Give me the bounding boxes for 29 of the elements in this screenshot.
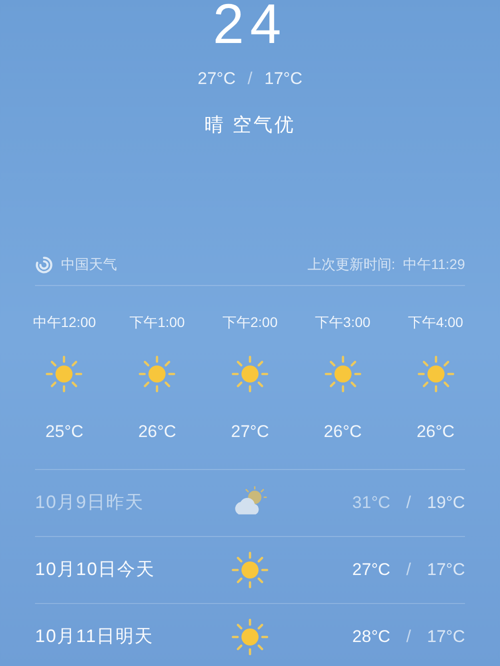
weather-condition: 晴 空气优 (204, 114, 296, 138)
separator: / (406, 558, 412, 581)
high-temperature: 27°C (352, 558, 390, 581)
day-date: 10月10日今天 (35, 558, 156, 581)
hour-temperature: 26°C (416, 421, 455, 443)
hour-temperature: 26°C (138, 421, 176, 443)
high-temperature: 28°C (352, 626, 390, 648)
swirl-logo-icon (35, 256, 53, 274)
low-temperature: 19°C (427, 492, 465, 514)
hour-temperature: 26°C (324, 421, 362, 443)
day-date: 10月11日明天 (35, 625, 155, 648)
hour-time: 下午1:00 (130, 313, 185, 332)
hour-time: 下午4:00 (408, 313, 464, 332)
low-temperature: 17°C (427, 626, 465, 648)
hour-time: 下午3:00 (315, 313, 370, 332)
low-temperature: 17°C (427, 558, 465, 581)
high-temperature: 31°C (352, 492, 390, 514)
separator: / (406, 492, 412, 514)
separator: / (248, 68, 252, 90)
low-temperature: 17°C (264, 68, 302, 90)
day-date: 10月9日昨天 (35, 491, 146, 514)
separator: / (406, 626, 412, 648)
last-updated-time: 上次更新时间: 中午11:29 (307, 255, 465, 274)
hour-time: 中午12:00 (32, 313, 96, 332)
source-name: 中国天气 (61, 255, 117, 274)
hour-temperature: 27°C (231, 421, 269, 443)
high-temperature: 27°C (198, 68, 236, 90)
hour-time: 下午2:00 (222, 313, 278, 332)
hour-temperature: 25°C (45, 421, 84, 443)
